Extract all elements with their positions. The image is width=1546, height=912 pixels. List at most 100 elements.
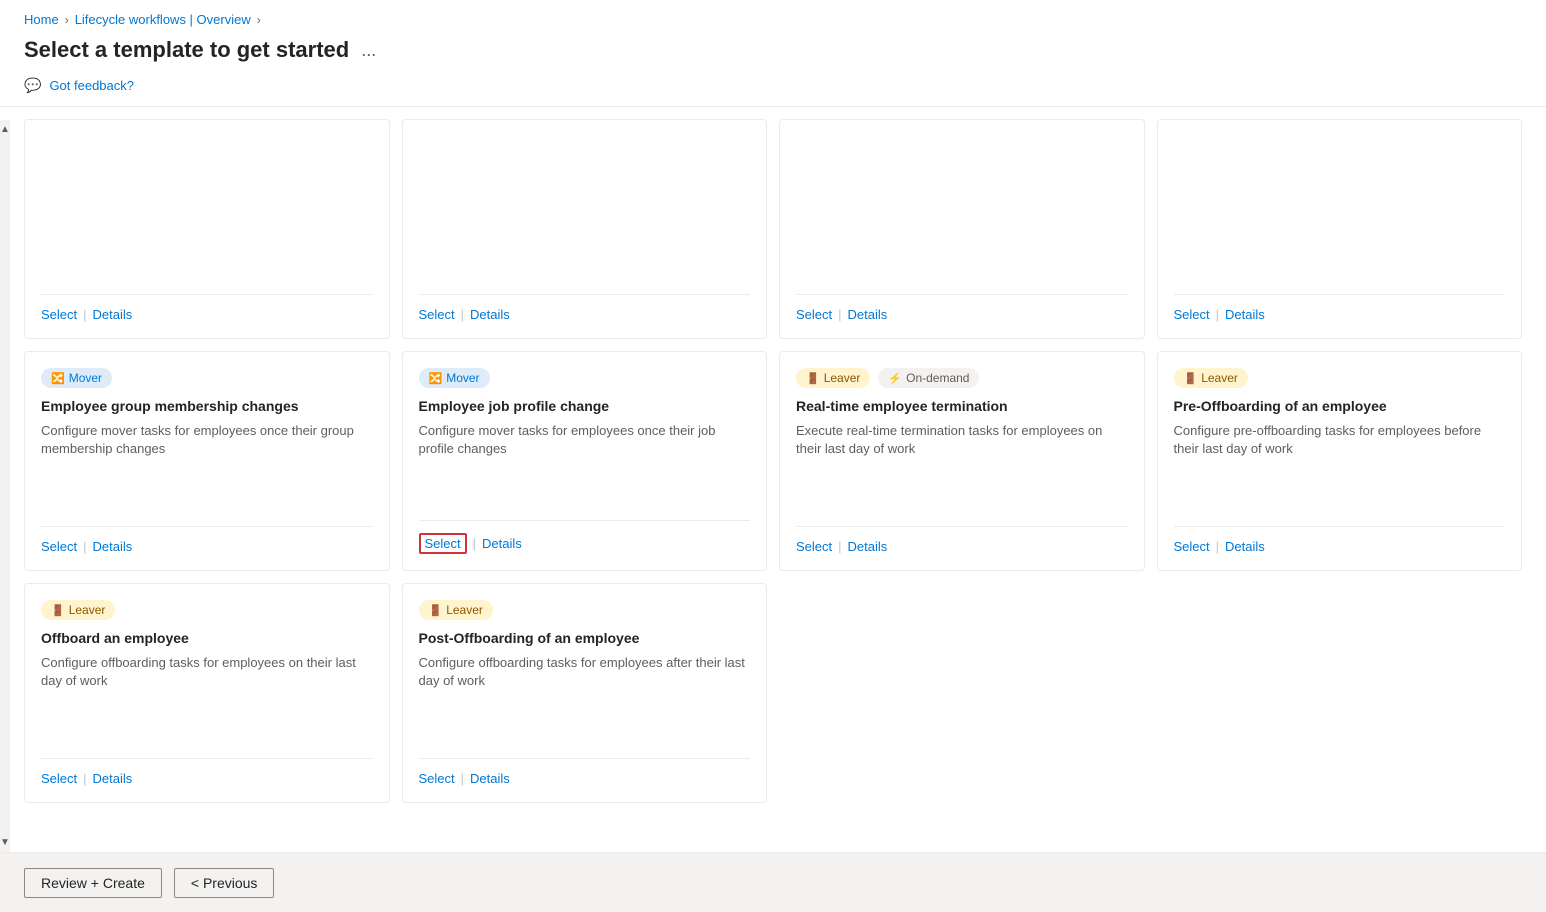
- card-separator: |: [83, 771, 86, 786]
- badge-row: 🚪 Leaver: [1174, 368, 1506, 388]
- card-footer: Select | Details: [419, 758, 751, 786]
- badge-leaver: 🚪 Leaver: [1174, 368, 1248, 388]
- badge-leaver-icon: 🚪: [51, 604, 65, 617]
- card-5: 🔀 Mover Employee group membership change…: [24, 351, 390, 571]
- card-footer: Select | Details: [796, 526, 1128, 554]
- card-6: 🔀 Mover Employee job profile change Conf…: [402, 351, 768, 571]
- badge-mover-icon: 🔀: [51, 372, 65, 385]
- details-link[interactable]: Details: [848, 539, 888, 554]
- select-link[interactable]: Select: [419, 771, 455, 786]
- card-top: 🚪 Leaver Offboard an employee Configure …: [41, 600, 373, 742]
- card-3: Select | Details: [779, 119, 1145, 339]
- select-link[interactable]: Select: [419, 533, 467, 554]
- card-title: Real-time employee termination: [796, 398, 1128, 414]
- breadcrumb-lifecycle[interactable]: Lifecycle workflows | Overview: [75, 12, 251, 27]
- badge-leaver-label: Leaver: [1201, 371, 1238, 385]
- feedback-label: Got feedback?: [49, 78, 134, 93]
- card-separator: |: [461, 771, 464, 786]
- breadcrumb-home[interactable]: Home: [24, 12, 59, 27]
- card-title: Post-Offboarding of an employee: [419, 630, 751, 646]
- card-8: 🚪 Leaver Pre-Offboarding of an employee …: [1157, 351, 1523, 571]
- card-top: 🚪 Leaver Pre-Offboarding of an employee …: [1174, 368, 1506, 510]
- select-link[interactable]: Select: [41, 307, 77, 322]
- card-top: 🔀 Mover Employee job profile change Conf…: [419, 368, 751, 504]
- badge-leaver-label: Leaver: [69, 603, 106, 617]
- badge-leaver-label: Leaver: [824, 371, 861, 385]
- scroll-down-arrow[interactable]: ▼: [0, 837, 10, 848]
- card-footer: Select | Details: [419, 294, 751, 322]
- badge-row: 🚪 Leaver: [419, 600, 751, 620]
- badge-mover: 🔀 Mover: [419, 368, 490, 388]
- badge-mover-label: Mover: [446, 371, 479, 385]
- card-footer: Select | Details: [41, 758, 373, 786]
- card-separator: |: [1216, 307, 1219, 322]
- card-4: Select | Details: [1157, 119, 1523, 339]
- page-options-button[interactable]: ...: [361, 40, 376, 61]
- details-link[interactable]: Details: [848, 307, 888, 322]
- review-create-button[interactable]: Review + Create: [24, 868, 162, 898]
- card-top: [41, 136, 373, 278]
- card-9: 🚪 Leaver Offboard an employee Configure …: [24, 583, 390, 803]
- card-description: Configure offboarding tasks for employee…: [419, 654, 751, 690]
- scroll-up-arrow[interactable]: ▲: [0, 124, 10, 135]
- details-link[interactable]: Details: [93, 307, 133, 322]
- card-description: Configure offboarding tasks for employee…: [41, 654, 373, 690]
- card-separator: |: [1216, 539, 1219, 554]
- previous-button[interactable]: < Previous: [174, 868, 275, 898]
- card-title: Employee job profile change: [419, 398, 751, 414]
- card-separator: |: [473, 536, 476, 551]
- page-header: Select a template to get started ...: [0, 33, 1546, 73]
- card-footer: Select | Details: [41, 294, 373, 322]
- card-top: [1174, 136, 1506, 278]
- card-description: Configure mover tasks for employees once…: [419, 422, 751, 458]
- details-link[interactable]: Details: [482, 536, 522, 551]
- details-link[interactable]: Details: [1225, 307, 1265, 322]
- card-top: [419, 136, 751, 278]
- breadcrumb: Home › Lifecycle workflows | Overview ›: [0, 0, 1546, 33]
- card-7: 🚪 Leaver ⚡ On-demand Real-time employee …: [779, 351, 1145, 571]
- details-link[interactable]: Details: [93, 771, 133, 786]
- card-separator: |: [83, 539, 86, 554]
- details-link[interactable]: Details: [1225, 539, 1265, 554]
- bottom-bar: Review + Create < Previous: [0, 852, 1546, 912]
- card-2: Select | Details: [402, 119, 768, 339]
- card-footer: Select | Details: [796, 294, 1128, 322]
- details-link[interactable]: Details: [470, 771, 510, 786]
- badge-ondemand-label: On-demand: [906, 371, 969, 385]
- badge-leaver: 🚪 Leaver: [419, 600, 493, 620]
- badge-ondemand-icon: ⚡: [888, 372, 902, 385]
- card-description: Configure mover tasks for employees once…: [41, 422, 373, 458]
- select-link[interactable]: Select: [1174, 539, 1210, 554]
- badge-leaver-label: Leaver: [446, 603, 483, 617]
- cards-grid: Select | Details Select | Details Select…: [0, 107, 1546, 815]
- card-top: 🚪 Leaver ⚡ On-demand Real-time employee …: [796, 368, 1128, 510]
- badge-leaver-icon: 🚪: [806, 372, 820, 385]
- card-description: Configure pre-offboarding tasks for empl…: [1174, 422, 1506, 458]
- details-link[interactable]: Details: [470, 307, 510, 322]
- card-top: [796, 136, 1128, 278]
- badge-row: 🚪 Leaver ⚡ On-demand: [796, 368, 1128, 388]
- select-link[interactable]: Select: [796, 307, 832, 322]
- badge-mover-icon: 🔀: [429, 372, 443, 385]
- badge-mover-label: Mover: [69, 371, 102, 385]
- breadcrumb-sep-2: ›: [257, 13, 261, 27]
- select-link[interactable]: Select: [796, 539, 832, 554]
- breadcrumb-sep-1: ›: [65, 13, 69, 27]
- badge-leaver: 🚪 Leaver: [796, 368, 870, 388]
- select-link[interactable]: Select: [419, 307, 455, 322]
- card-footer: Select | Details: [41, 526, 373, 554]
- card-title: Employee group membership changes: [41, 398, 373, 414]
- details-link[interactable]: Details: [93, 539, 133, 554]
- card-footer: Select | Details: [1174, 526, 1506, 554]
- card-description: Execute real-time termination tasks for …: [796, 422, 1128, 458]
- page-title: Select a template to get started: [24, 37, 349, 63]
- card-separator: |: [461, 307, 464, 322]
- badge-leaver-icon: 🚪: [1184, 372, 1198, 385]
- select-link[interactable]: Select: [41, 539, 77, 554]
- badge-leaver-icon: 🚪: [429, 604, 443, 617]
- card-title: Pre-Offboarding of an employee: [1174, 398, 1506, 414]
- select-link[interactable]: Select: [1174, 307, 1210, 322]
- feedback-bar[interactable]: 💬 Got feedback?: [0, 73, 1546, 106]
- card-title: Offboard an employee: [41, 630, 373, 646]
- select-link[interactable]: Select: [41, 771, 77, 786]
